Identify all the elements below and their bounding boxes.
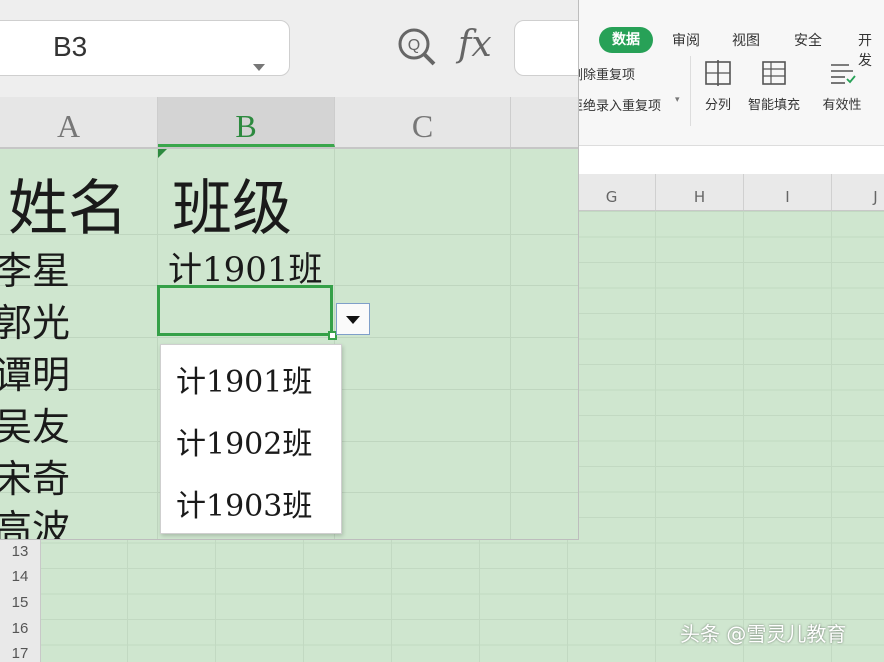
- dropdown-option[interactable]: 计1902班: [176, 419, 312, 463]
- dropdown-option[interactable]: 计1901班: [176, 357, 312, 401]
- text-to-columns-button[interactable]: 分列: [688, 58, 748, 113]
- caret-down-icon: [346, 316, 360, 324]
- cell-indicator-triangle: [158, 149, 167, 158]
- formula-input[interactable]: [514, 20, 579, 76]
- grid-line: [743, 211, 744, 662]
- name-cell[interactable]: 宋奇: [0, 448, 70, 503]
- row-header-13[interactable]: 13: [0, 543, 40, 560]
- column-header-h[interactable]: H: [656, 174, 744, 210]
- tab-view[interactable]: 视图: [732, 30, 760, 50]
- grid-line: [0, 337, 578, 338]
- tab-security[interactable]: 安全: [794, 30, 822, 50]
- chevron-down-icon[interactable]: ▾: [675, 95, 680, 105]
- validation-icon: [827, 58, 857, 88]
- header-cell-name[interactable]: 姓名: [8, 160, 128, 247]
- row-header-14[interactable]: 14: [0, 568, 40, 585]
- name-cell[interactable]: 郭光: [0, 292, 70, 347]
- reject-duplicates-button[interactable]: 拒绝录入重复项: [570, 95, 661, 114]
- column-header-c[interactable]: C: [335, 97, 511, 147]
- row-header-17[interactable]: 17: [0, 645, 40, 662]
- columns-icon: [703, 58, 733, 88]
- name-cell[interactable]: 李星: [0, 240, 70, 295]
- flash-fill-icon: [759, 58, 789, 88]
- name-box-value: B3: [53, 31, 87, 63]
- magnifier-icon[interactable]: Q: [396, 26, 438, 68]
- data-validation-label: 有效性: [812, 94, 872, 113]
- zoomed-sheet-panel: B3 Q fx A B C 姓名 班级 李星 郭光 谭明 吴友 宋奇 高波 计1…: [0, 0, 579, 540]
- name-cell[interactable]: 高波: [0, 498, 70, 540]
- row-header-column: 13 14 15 16 17: [0, 540, 41, 662]
- flash-fill-label: 智能填充: [744, 94, 804, 113]
- column-header-b[interactable]: B: [158, 97, 335, 147]
- validation-dropdown-list: 计1901班 计1902班 计1903班: [160, 344, 342, 534]
- row-header-15[interactable]: 15: [0, 594, 40, 611]
- class-cell[interactable]: 计1901班: [168, 242, 323, 291]
- grid-line: [655, 211, 656, 662]
- grid-line: [831, 211, 832, 662]
- column-header-g[interactable]: G: [568, 174, 656, 210]
- column-header-a[interactable]: A: [0, 97, 158, 147]
- name-cell[interactable]: 吴友: [0, 396, 70, 451]
- row-header-16[interactable]: 16: [0, 620, 40, 637]
- chevron-down-icon[interactable]: [253, 64, 265, 71]
- validation-dropdown-button[interactable]: [336, 303, 370, 335]
- tab-data[interactable]: 数据: [599, 27, 653, 53]
- svg-text:Q: Q: [408, 37, 420, 54]
- data-validation-button[interactable]: 有效性: [812, 58, 872, 113]
- header-cell-class[interactable]: 班级: [172, 160, 292, 247]
- name-cell[interactable]: 谭明: [0, 344, 70, 399]
- flash-fill-button[interactable]: 智能填充: [744, 58, 804, 113]
- zoomed-column-header-row: A B C: [0, 97, 578, 149]
- formula-bar: B3 Q fx: [0, 0, 578, 97]
- text-to-columns-label: 分列: [688, 94, 748, 113]
- tab-review[interactable]: 审阅: [672, 30, 700, 50]
- name-box[interactable]: B3: [0, 20, 290, 76]
- remove-duplicates-button[interactable]: 删除重复项: [570, 64, 635, 83]
- function-icon[interactable]: fx: [458, 24, 492, 65]
- column-header-j[interactable]: J: [832, 174, 884, 210]
- watermark: 头条 @雪灵儿教育: [680, 618, 846, 647]
- dropdown-option[interactable]: 计1903班: [176, 481, 312, 525]
- column-header-i[interactable]: I: [744, 174, 832, 210]
- grid-line: [157, 149, 158, 539]
- grid-line: [510, 149, 511, 539]
- selected-cell-b3[interactable]: [157, 285, 333, 336]
